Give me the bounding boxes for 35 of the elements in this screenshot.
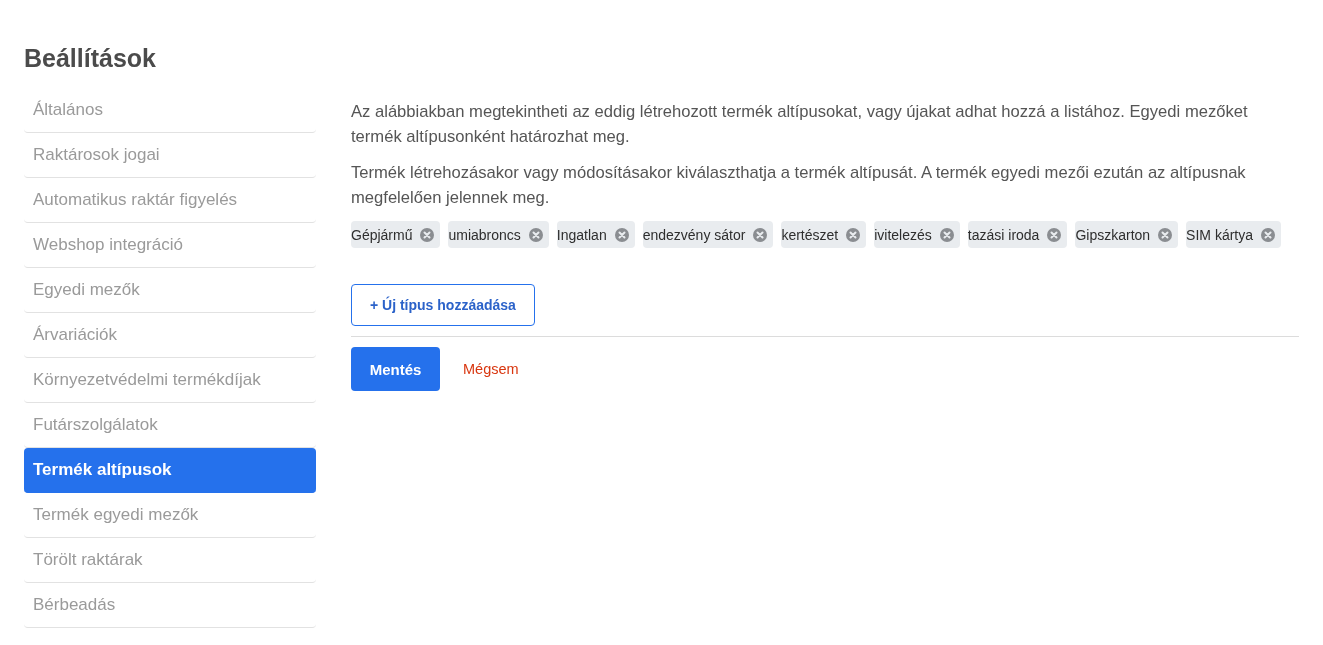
remove-icon[interactable] bbox=[1047, 227, 1062, 242]
sidebar-item[interactable]: Automatikus raktár figyelés bbox=[24, 178, 316, 223]
sidebar-item[interactable]: Árvariációk bbox=[24, 313, 316, 358]
remove-icon[interactable] bbox=[614, 227, 629, 242]
tag-label: Ingatlan bbox=[556, 226, 607, 243]
sidebar-item[interactable]: Webshop integráció bbox=[24, 223, 316, 268]
remove-icon[interactable] bbox=[1158, 227, 1173, 242]
remove-icon[interactable] bbox=[939, 227, 954, 242]
tag-label: SIM kártya bbox=[1186, 226, 1253, 243]
tag-label: kertészet bbox=[781, 226, 839, 243]
tag-label: umiabroncs bbox=[448, 226, 521, 243]
save-button[interactable]: Mentés bbox=[351, 347, 440, 391]
tag-label: endezvény sátor bbox=[642, 226, 746, 243]
remove-icon[interactable] bbox=[846, 227, 861, 242]
cancel-button[interactable]: Mégsem bbox=[453, 347, 529, 391]
page-title: Beállítások bbox=[24, 43, 156, 74]
description-text: Termék létrehozásakor vagy módosításakor kiválaszthatja a termék altípusát. A termék egyedi mezői ezután az altípusnak megfelelően jelennek meg. bbox=[351, 162, 1247, 209]
add-type-button[interactable]: + Új típus hozzáadása bbox=[351, 284, 535, 326]
sidebar-item[interactable]: Raktárosok jogai bbox=[24, 133, 316, 178]
remove-icon[interactable] bbox=[753, 227, 768, 242]
sidebar-item[interactable]: Törölt raktárak bbox=[24, 538, 316, 583]
description-text: Az alábbiakban megtekintheti az eddig létrehozott termék altípusokat, vagy újakat adhat hozzá a listához. Egyedi mezőket termék altípusonként határozhat meg. bbox=[351, 101, 1249, 148]
tag-label: ivitelezés bbox=[874, 226, 932, 243]
sidebar-item[interactable]: Termék egyedi mezők bbox=[24, 493, 316, 538]
sidebar-item[interactable]: Környezetvédelmi termékdíjak bbox=[24, 358, 316, 403]
sidebar-item[interactable]: Általános bbox=[24, 88, 316, 133]
sidebar-item[interactable]: Egyedi mezők bbox=[24, 268, 316, 313]
sidebar-item[interactable]: Termék altípusok bbox=[24, 448, 316, 493]
tag-label: Gipszkarton bbox=[1075, 226, 1151, 243]
tag-label: Gépjármű bbox=[351, 226, 413, 243]
remove-icon[interactable] bbox=[528, 227, 543, 242]
remove-icon[interactable] bbox=[1261, 227, 1275, 242]
sidebar-item[interactable]: Bérbeadás bbox=[24, 583, 316, 628]
tag-label: tazási iroda bbox=[967, 226, 1040, 243]
remove-icon[interactable] bbox=[420, 227, 435, 242]
